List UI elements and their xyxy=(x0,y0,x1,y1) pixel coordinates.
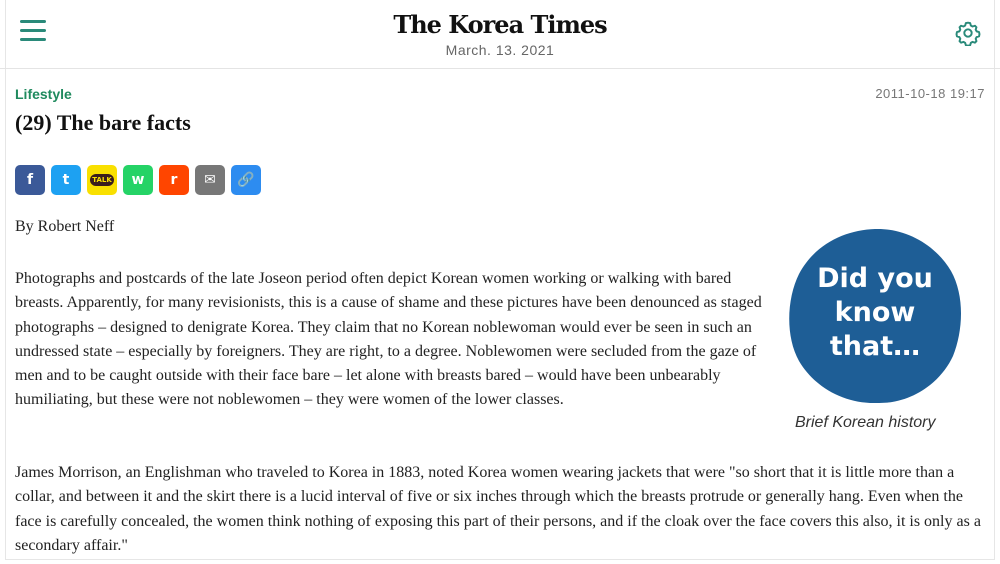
email-icon: ✉ xyxy=(204,172,216,188)
reddit-share-button[interactable]: r xyxy=(159,165,189,195)
header-date: March. 13. 2021 xyxy=(445,42,555,58)
article-paragraph: James Morrison, an Englishman who travel… xyxy=(15,464,981,554)
article-title: (29) The bare facts xyxy=(15,110,191,135)
site-header: The Korea Times March. 13. 2021 xyxy=(0,0,1000,69)
article-paragraph: Photographs and postcards of the late Jo… xyxy=(15,270,762,409)
twitter-share-button[interactable]: t xyxy=(51,165,81,195)
whatsapp-icon: w xyxy=(131,172,145,188)
article-timestamp: 2011-10-18 19:17 xyxy=(875,86,985,101)
badge-text-line: that… xyxy=(829,331,921,362)
badge-text: Did you know that… xyxy=(785,262,965,364)
link-share-button[interactable]: 🔗 xyxy=(231,165,261,195)
email-share-button[interactable]: ✉ xyxy=(195,165,225,195)
kakaotalk-icon: TALK xyxy=(90,174,114,186)
reddit-icon: r xyxy=(170,172,178,188)
share-bar: f t TALK w r ✉ 🔗 xyxy=(15,165,261,195)
section-label[interactable]: Lifestyle xyxy=(15,86,72,102)
badge-text-line: Did you xyxy=(817,263,933,294)
gear-icon[interactable] xyxy=(955,20,981,46)
facebook-share-button[interactable]: f xyxy=(15,165,45,195)
byline: By Robert Neff xyxy=(15,218,115,235)
badge-caption: Brief Korean history xyxy=(795,414,936,431)
badge-text-line: know xyxy=(834,297,916,328)
whatsapp-share-button[interactable]: w xyxy=(123,165,153,195)
site-logo[interactable]: The Korea Times xyxy=(0,10,1000,39)
twitter-icon: t xyxy=(62,172,70,188)
kakaotalk-share-button[interactable]: TALK xyxy=(87,165,117,195)
facebook-icon: f xyxy=(26,172,34,188)
link-icon: 🔗 xyxy=(237,172,255,188)
